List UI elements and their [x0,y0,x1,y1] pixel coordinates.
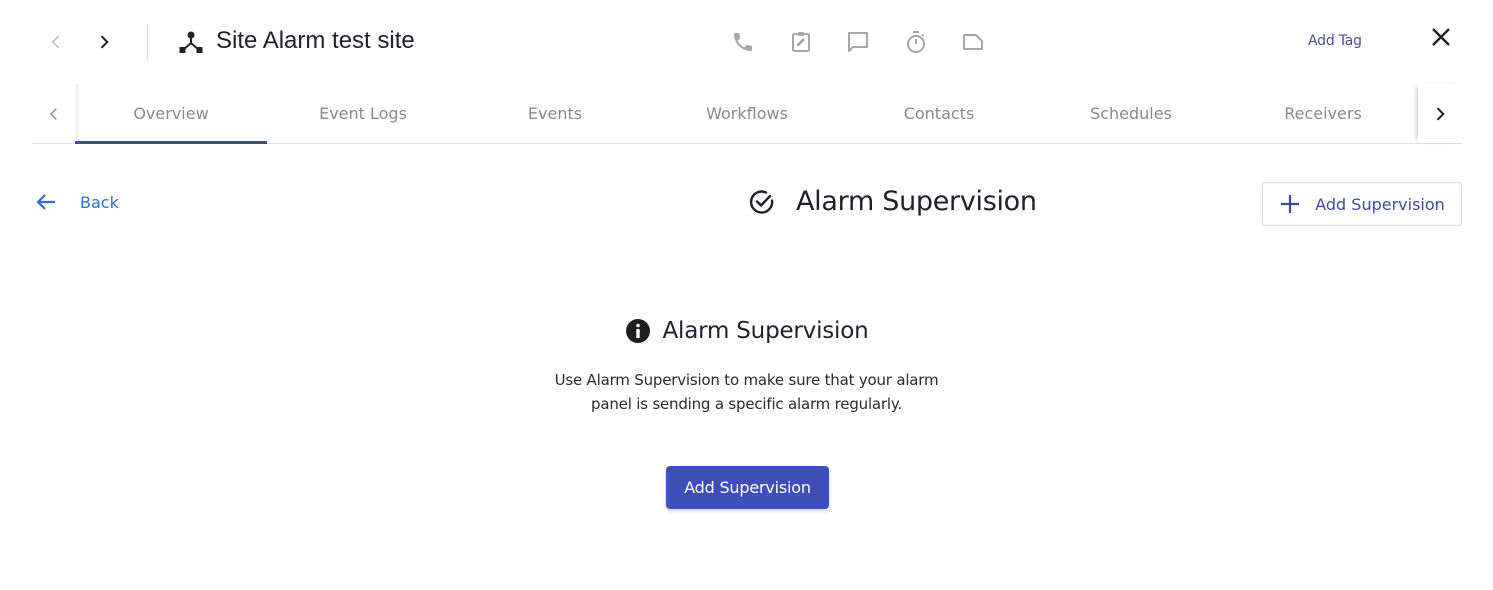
previous-site-button[interactable] [41,26,71,58]
tab-overview[interactable]: Overview [75,84,267,144]
check-circle-icon [749,189,774,214]
tab-contacts[interactable]: Contacts [843,84,1035,143]
site-hierarchy-icon [179,31,203,53]
tab-workflows[interactable]: Workflows [651,84,843,143]
add-supervision-button[interactable]: Add Supervision [666,466,829,509]
comment-button[interactable] [846,30,870,54]
divider [147,24,148,60]
note-button[interactable] [961,30,985,54]
next-site-button[interactable] [89,26,119,58]
tabs: Overview Event Logs Events Workflows Con… [75,84,1419,144]
timer-icon [907,31,925,53]
add-note-button[interactable] [789,30,813,54]
back-button[interactable]: Back [34,190,119,214]
back-label: Back [80,192,119,212]
empty-state-heading-text: Alarm Supervision [662,318,869,344]
note-icon [963,34,983,50]
chevron-right-icon [100,35,109,49]
page-title-text: Alarm Supervision [796,186,1037,217]
add-supervision-header-label: Add Supervision [1315,194,1445,214]
empty-state: Alarm Supervision Use Alarm Supervision … [0,318,1493,416]
arrow-left-icon [36,194,55,210]
page-title: Alarm Supervision [748,186,1037,217]
empty-state-heading: Alarm Supervision [625,318,869,344]
clipboard-edit-icon [792,32,810,52]
tabs-scroll-left-button[interactable] [32,84,80,143]
call-button[interactable] [731,30,755,54]
plus-icon [1281,195,1300,213]
timer-button[interactable] [904,30,928,54]
top-bar: Site Alarm test site Add Tag [0,0,1493,84]
empty-state-description: Use Alarm Supervision to make sure that … [554,371,939,413]
tab-receivers[interactable]: Receivers [1227,84,1419,143]
close-icon[interactable] [1428,24,1454,50]
site-title: Site Alarm test site [216,27,415,54]
add-supervision-header-button[interactable]: Add Supervision [1262,182,1462,226]
tab-bar: Overview Event Logs Events Workflows Con… [32,84,1462,144]
chevron-left-icon [49,107,57,120]
chevron-left-icon [51,35,60,49]
info-icon [625,319,650,343]
add-tag-link[interactable]: Add Tag [1308,33,1362,49]
tab-event-logs[interactable]: Event Logs [267,84,459,143]
comment-icon [848,32,868,52]
tab-events[interactable]: Events [459,84,651,143]
tab-schedules[interactable]: Schedules [1035,84,1227,143]
phone-icon [734,33,752,51]
chevron-right-icon [1436,106,1445,121]
tabs-scroll-right-button[interactable] [1418,84,1462,143]
